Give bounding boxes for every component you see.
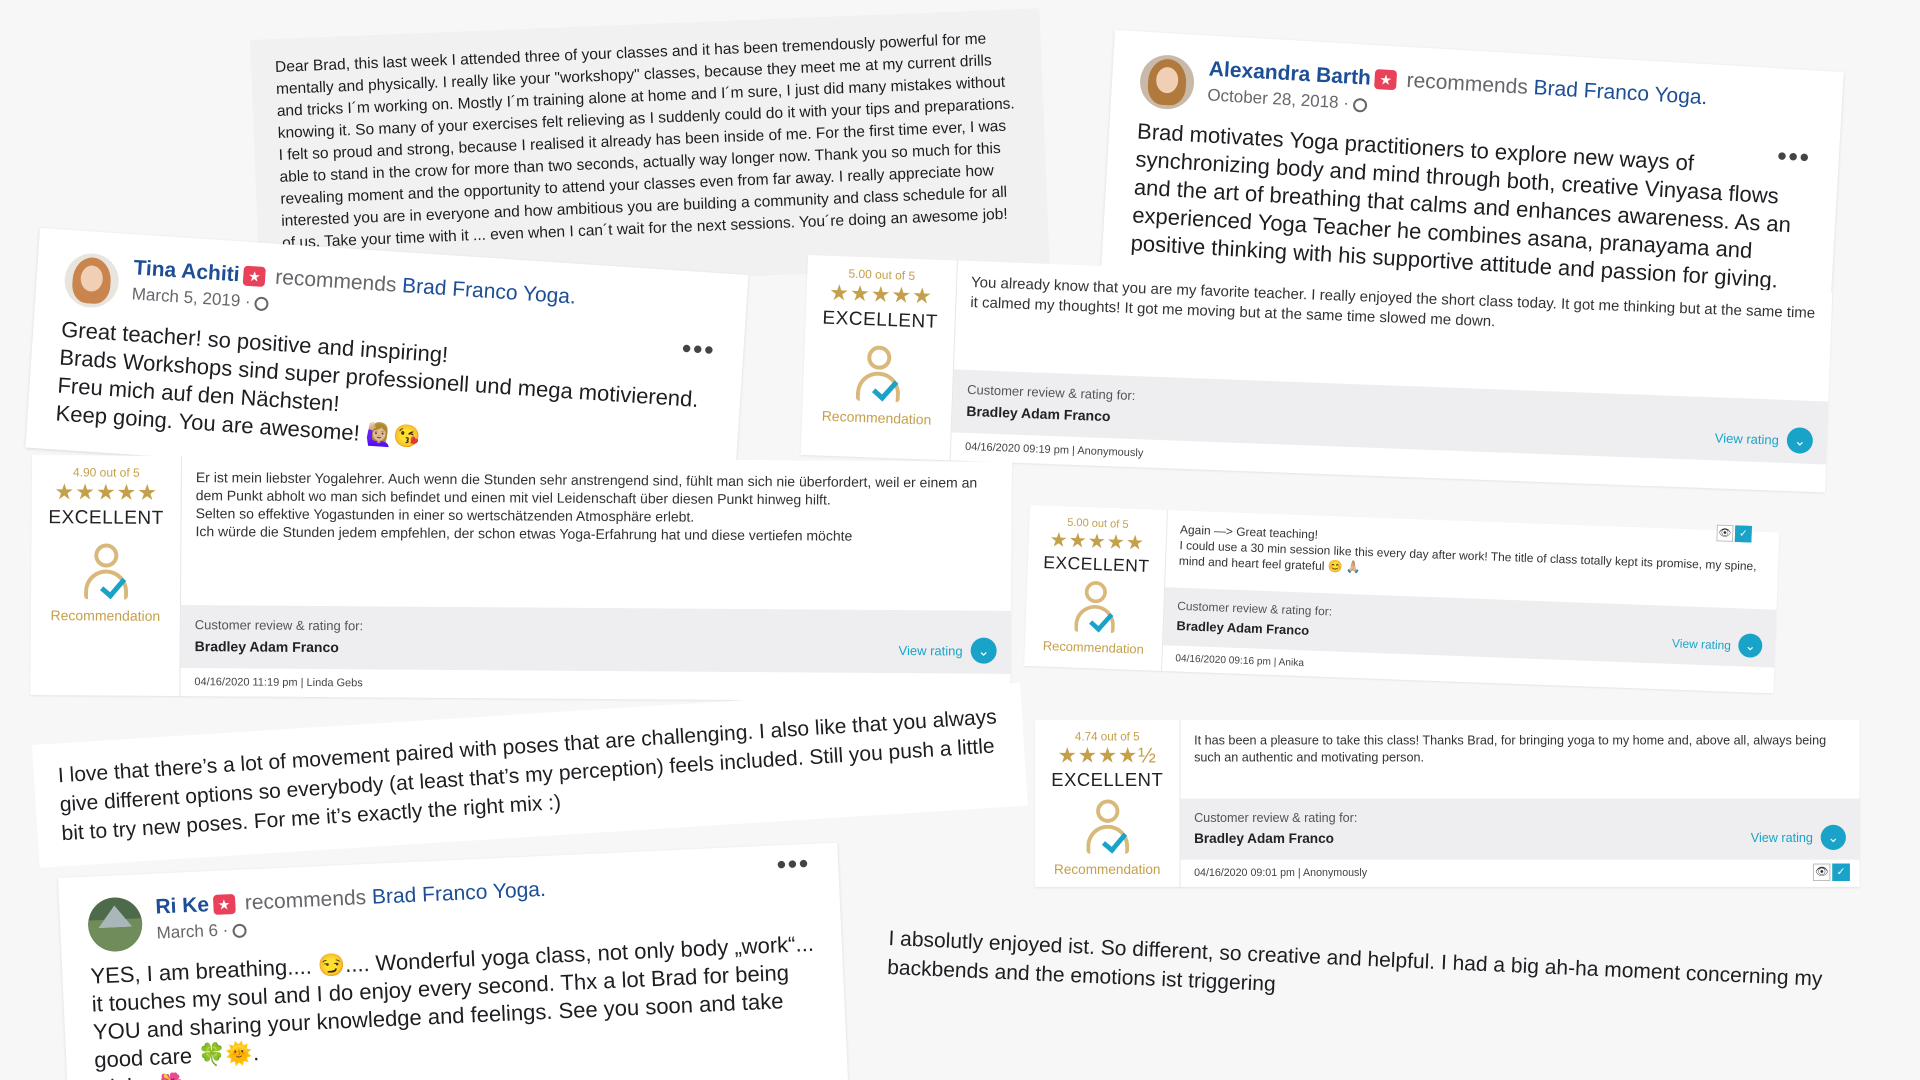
visibility-toggles: 👁 ✓: [1716, 524, 1752, 543]
view-rating-label: View rating: [1750, 830, 1813, 845]
reviewer-name[interactable]: Alexandra Barth: [1208, 57, 1371, 89]
visibility-toggles: 👁 ✓: [1812, 863, 1850, 882]
rating-score: 4.90 out of 5: [72, 465, 140, 480]
review-text: Er ist mein liebster Yogalehrer. Auch we…: [195, 469, 978, 544]
more-options-button[interactable]: •••: [1777, 140, 1812, 173]
eye-icon[interactable]: 👁: [1716, 524, 1734, 542]
recommendation-badge-icon: ★: [1374, 69, 1398, 91]
review-text: It has been a pleasure to take this clas…: [1194, 732, 1827, 765]
checkbox-icon[interactable]: ✓: [1832, 863, 1850, 882]
rating-stars: ★★★★★: [54, 479, 159, 505]
rating-for-label: Customer review & rating for:: [194, 617, 364, 634]
rating-for-label: Customer review & rating for:: [1194, 810, 1358, 825]
rating-card-anika: 👁 ✓ 5.00 out of 5 ★★★★★ EXCELLENT Recomm…: [1024, 505, 1780, 694]
recommendation-badge-icon: ★: [212, 894, 236, 916]
more-options-button[interactable]: •••: [681, 333, 716, 366]
view-rating-button[interactable]: View rating ⌄: [1672, 631, 1763, 658]
recommendation-label: Recommendation: [1054, 861, 1161, 878]
page-link[interactable]: Brad Franco Yoga.: [1533, 76, 1708, 109]
globe-icon: [232, 923, 247, 938]
rating-excellent-label: EXCELLENT: [1042, 553, 1150, 577]
avatar[interactable]: [1138, 53, 1196, 111]
avatar[interactable]: [62, 251, 121, 310]
review-movement: I love that there’s a lot of movement pa…: [32, 682, 1028, 868]
checkbox-icon[interactable]: ✓: [1734, 525, 1752, 543]
recommends-label: recommends: [1405, 68, 1529, 99]
fb-review-tina: Tina Achiti ★ recommends Brad Franco Yoga…: [25, 228, 749, 495]
rating-stars: ★★★★½: [1057, 743, 1157, 768]
person-check-icon: [1066, 580, 1123, 637]
review-text: I love that there’s a lot of movement pa…: [57, 705, 998, 846]
rating-excellent-label: EXCELLENT: [1051, 770, 1164, 791]
person-check-icon: [847, 345, 909, 407]
chevron-down-icon: ⌄: [1786, 427, 1814, 454]
rating-for-name: Bradley Adam Franco: [194, 638, 339, 656]
rating-stars: ★★★★★: [828, 279, 934, 309]
page-link[interactable]: Brad Franco Yoga.: [371, 878, 546, 909]
post-date[interactable]: October 28, 2018 ·: [1207, 85, 1350, 112]
person-check-icon: [75, 543, 135, 603]
rating-for-name: Bradley Adam Franco: [1194, 830, 1334, 847]
review-text: Dear Brad, this last week I attended thr…: [274, 30, 1016, 273]
avatar[interactable]: [86, 896, 144, 953]
chevron-down-icon: ⌄: [1737, 633, 1763, 658]
post-date[interactable]: March 6 ·: [156, 920, 229, 942]
rating-card-linda: 4.90 out of 5 ★★★★★ EXCELLENT Recommenda…: [30, 455, 1012, 702]
rating-excellent-label: EXCELLENT: [822, 307, 939, 333]
view-rating-button[interactable]: View rating ⌄: [1714, 424, 1814, 454]
recommendation-label: Recommendation: [1042, 638, 1145, 657]
view-rating-label: View rating: [1714, 429, 1780, 448]
review-footer: 04/16/2020 09:01 pm | Anonymously: [1194, 867, 1368, 880]
eye-icon[interactable]: 👁: [1812, 863, 1831, 882]
reviewer-name[interactable]: Tina Achiti: [133, 256, 240, 286]
recommendation-label: Recommendation: [50, 607, 161, 624]
globe-icon: [1352, 97, 1368, 113]
rating-excellent-label: EXCELLENT: [48, 507, 164, 529]
recommendation-label: Recommendation: [821, 407, 932, 428]
rating-stars: ★★★★★: [1049, 527, 1146, 555]
review-text: YES, I am breathing.... 😏.... Wonderful …: [89, 930, 815, 1080]
rating-card-favorite: 5.00 out of 5 ★★★★★ EXCELLENT Recommenda…: [800, 255, 1833, 493]
more-options-button[interactable]: •••: [776, 848, 811, 880]
recommends-label: recommends: [274, 265, 398, 297]
chevron-down-icon: ⌄: [1820, 824, 1846, 850]
person-check-icon: [1078, 799, 1136, 858]
globe-icon: [254, 295, 270, 311]
recommends-label: recommends: [244, 886, 367, 915]
review-text: Brad motivates Yoga practitioners to exp…: [1130, 118, 1792, 293]
view-rating-button[interactable]: View rating ⌄: [898, 637, 997, 664]
fb-review-rike: Ri Ke ★ recommends Brad Franco Yoga. Marc…: [58, 842, 849, 1080]
review-absolutly: I absolutly enjoyed ist. So different, s…: [862, 905, 1855, 1042]
review-text: I absolutly enjoyed ist. So different, s…: [886, 927, 1823, 996]
rating-card-pleasure: 👁 ✓ 4.74 out of 5 ★★★★½ EXCELLENT Recomm…: [1035, 720, 1860, 887]
rating-score: 4.74 out of 5: [1074, 729, 1140, 744]
reviewer-name[interactable]: Ri Ke: [155, 893, 210, 918]
view-rating-label: View rating: [1671, 635, 1732, 652]
view-rating-button[interactable]: View rating ⌄: [1750, 824, 1846, 850]
recommendation-badge-icon: ★: [242, 266, 267, 288]
post-date[interactable]: March 5, 2019 ·: [131, 284, 251, 311]
view-rating-label: View rating: [898, 642, 963, 659]
chevron-down-icon: ⌄: [970, 637, 997, 664]
